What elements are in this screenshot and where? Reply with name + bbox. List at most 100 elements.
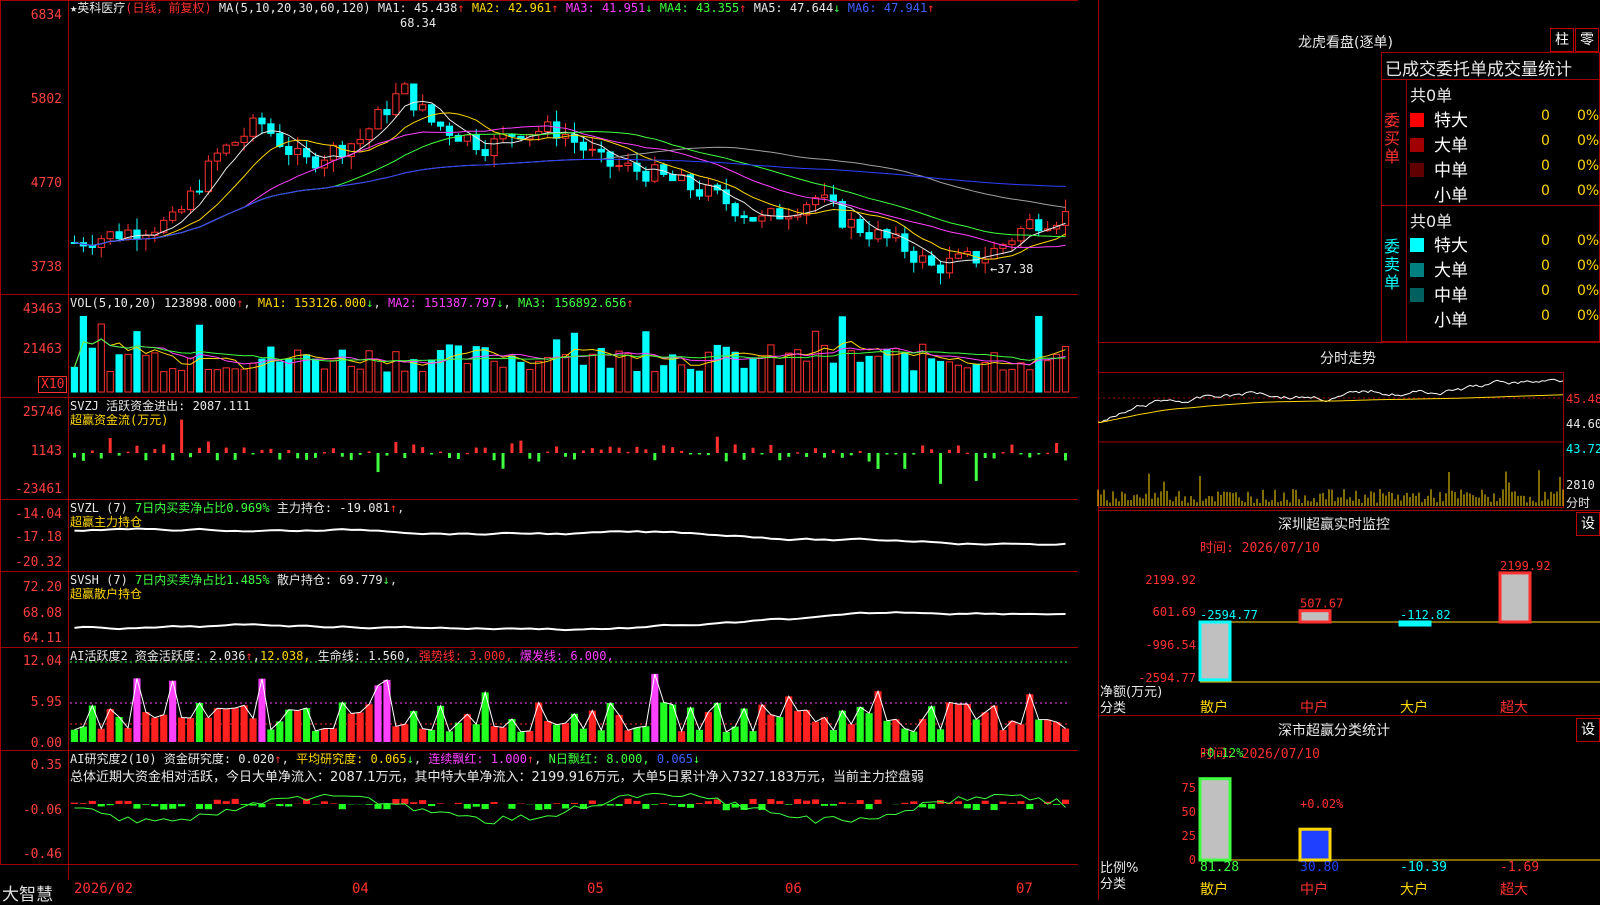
research-bar (330, 803, 337, 804)
svzl-chart[interactable] (70, 510, 1080, 570)
research-bar (455, 803, 462, 804)
candle (366, 129, 372, 140)
research-bar (142, 804, 149, 805)
svzj-chart[interactable] (70, 407, 1080, 497)
x-tick-4: 07 (1016, 881, 1033, 897)
sell-swatch-0 (1410, 238, 1424, 252)
candle (339, 145, 345, 156)
buy-row-count: 0 (1541, 183, 1550, 199)
candle (411, 84, 417, 110)
flow-bar (180, 420, 183, 453)
volume-bar (589, 354, 595, 392)
volume-bar (821, 345, 827, 392)
flow-bar (814, 448, 817, 453)
sell-row-count: 0 (1541, 308, 1550, 324)
activity-bar (392, 726, 399, 742)
activity-bar (178, 717, 185, 742)
flow-bar (252, 453, 255, 455)
research-bar (482, 804, 489, 809)
volume-bar (464, 364, 470, 392)
research-bar (276, 804, 283, 806)
buy-row-2: 中单 (1410, 156, 1468, 181)
flow-bar (796, 452, 799, 454)
sz-monitor-chart[interactable]: -2594.77507.67-112.822199.92 (1200, 562, 1600, 692)
volume-bar (991, 353, 997, 392)
volume-bar (750, 358, 756, 392)
volume-chart[interactable] (70, 306, 1080, 396)
activity-bar (866, 713, 873, 742)
activity-bar (249, 718, 256, 742)
sz-monitor-category: 超大 (1500, 697, 1528, 717)
candle (902, 234, 908, 251)
flow-bar (984, 453, 987, 458)
flow-bar (278, 453, 281, 460)
flow-bar (207, 442, 210, 453)
activity-bar (732, 727, 739, 742)
buy-row-count: 0 (1541, 158, 1550, 174)
activity-bar (892, 719, 899, 742)
sell-side-label: 委卖单 (1384, 238, 1402, 292)
volume-bar (678, 365, 684, 392)
volume-bar (875, 356, 881, 392)
svsh-chart[interactable] (70, 582, 1080, 646)
vol-label-1: 43463 (2, 302, 62, 317)
volume-bar (670, 355, 676, 392)
intraday-title: 分时走势 (1320, 348, 1376, 368)
flow-bar (689, 453, 692, 455)
price-label-1: 6834 (2, 8, 62, 23)
buy-row-percent: 0% (1577, 108, 1599, 124)
zero-button[interactable]: 零 (1575, 28, 1599, 52)
volume-bar (830, 363, 836, 392)
sz-class-chart[interactable]: -0.12%+0.02% (1200, 762, 1600, 862)
sz-class-settings-button[interactable]: 设 (1576, 718, 1600, 742)
candle (178, 210, 184, 212)
sz-monitor-settings-button[interactable]: 设 (1576, 512, 1600, 536)
volume-bar (170, 369, 176, 392)
sz-class-category: 超大 (1500, 879, 1528, 899)
sz-class-value: 30.80 (1300, 860, 1339, 875)
stock-title[interactable]: ★英科医疗 (70, 1, 125, 15)
flow-bar (323, 452, 326, 454)
research-bar (169, 804, 176, 809)
activity-bar (678, 731, 685, 742)
brand-label[interactable]: 大智慧 (2, 880, 53, 905)
research-bar (98, 804, 105, 806)
buy-swatch-2 (1410, 163, 1424, 177)
sell-row-count: 0 (1541, 258, 1550, 274)
volume-bar (116, 355, 122, 392)
flow-bar (1002, 452, 1005, 454)
bar-view-button[interactable]: 柱 (1550, 28, 1574, 52)
flow-bar (73, 453, 76, 458)
candlestick-chart[interactable] (70, 14, 1080, 294)
flow-bar (716, 437, 719, 453)
ai-activity-chart[interactable] (70, 658, 1080, 748)
flow-bar (1028, 453, 1031, 458)
sell-row-count: 0 (1541, 283, 1550, 299)
activity-bar (80, 727, 87, 742)
intraday-label-1: 45.48 (1566, 392, 1600, 406)
volume-bar (420, 372, 426, 392)
flow-bar (537, 453, 540, 462)
activity-bar (758, 705, 765, 742)
activity-bar (848, 724, 855, 742)
research-bar (428, 804, 435, 806)
buy-row-name: 特大 (1434, 111, 1468, 131)
flow-bar (394, 442, 397, 453)
volume-bar (375, 361, 381, 392)
activity-bar (401, 724, 408, 742)
longhu-tabs[interactable]: 已成交委托单成交量统计 (1385, 55, 1572, 80)
activity-bar (383, 680, 390, 742)
research-bar (973, 804, 980, 810)
volume-bar (473, 347, 479, 392)
volume-bar (277, 362, 283, 392)
flow-bar (189, 453, 192, 457)
activity-bar (999, 730, 1006, 742)
flow-bar (1037, 453, 1040, 455)
intraday-chart[interactable] (1098, 372, 1564, 508)
vol-unit[interactable]: X10 (38, 376, 67, 393)
buy-side-label: 委买单 (1384, 112, 1402, 166)
research-bar (508, 804, 515, 809)
chart-mode[interactable]: (日线，前复权) (125, 1, 211, 15)
ai-research-chart[interactable] (70, 770, 1080, 860)
volume-bar (107, 371, 113, 392)
